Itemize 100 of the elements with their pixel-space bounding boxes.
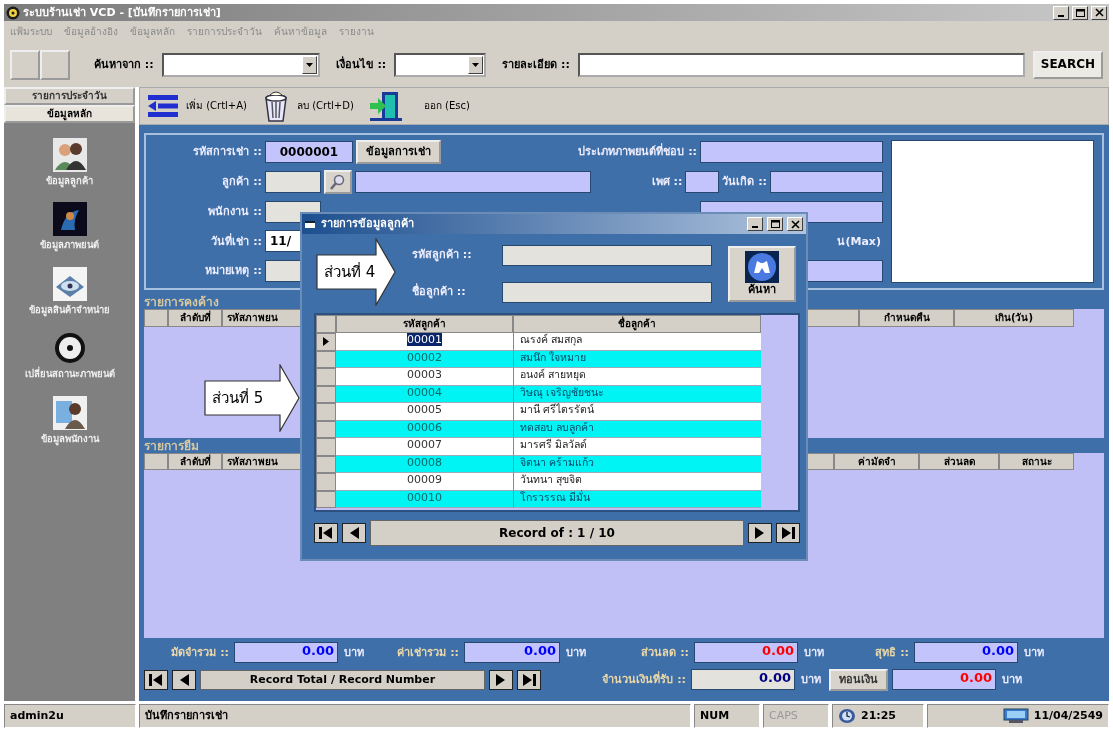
toolbar-button[interactable]: ลบ (Crtl+D): [261, 90, 354, 122]
maximize-button[interactable]: [1072, 5, 1088, 20]
input-field[interactable]: [770, 170, 883, 193]
toolbar-button[interactable]: ออก (Esc): [367, 90, 470, 122]
unit-label: บาท: [800, 672, 822, 687]
maximize-button[interactable]: [767, 217, 783, 231]
input-field[interactable]: [355, 170, 591, 193]
dropdown-caret-icon: [472, 62, 480, 67]
field-label: เพศ ::: [650, 175, 683, 189]
row-header-cell: [316, 438, 336, 456]
grid-cell: 00005: [407, 403, 442, 416]
close-icon: [1094, 8, 1104, 17]
sidebar-item-label: ข้อมูลพนักงาน: [40, 432, 99, 444]
grid-row[interactable]: 00007 มารศรี มิลวัลด์: [316, 438, 798, 456]
lookup-button[interactable]: [324, 169, 352, 194]
person-card-icon: [52, 395, 87, 430]
minimize-button[interactable]: [747, 217, 763, 231]
change-button[interactable]: ทอนเงิน: [829, 668, 888, 691]
grid-cell: วันทนา สุขจิต: [513, 473, 761, 491]
search-field[interactable]: [577, 52, 1025, 77]
text-area[interactable]: [891, 140, 1094, 283]
grid-row[interactable]: 00010 โกรวรรณ มีมั่น: [316, 490, 798, 508]
search-button[interactable]: ค้นหา: [728, 245, 796, 302]
unit-label: บาท: [803, 645, 825, 660]
grid-cell: 00008: [407, 455, 442, 469]
close-button[interactable]: [1091, 5, 1107, 20]
grid-row[interactable]: 00005 มานี ศรีไตรรัตน์: [316, 403, 798, 421]
search-button[interactable]: SEARCH: [1032, 50, 1103, 79]
clock-icon: [838, 708, 856, 724]
maximize-icon: [770, 220, 780, 228]
first-record-button[interactable]: [144, 669, 168, 690]
previous-record-button[interactable]: [342, 523, 366, 543]
amount-field[interactable]: 0.00: [464, 642, 560, 663]
status-text: admin2u: [10, 709, 64, 723]
sidebar-tab[interactable]: ข้อมูลหลัก: [4, 105, 135, 123]
column-header: กำหนดคืน: [859, 309, 954, 327]
row-header-cell: [316, 368, 336, 386]
disc-box-icon: [52, 266, 87, 301]
input-field[interactable]: [700, 141, 883, 163]
grid-row[interactable]: 00004 วิษณุ เจริญชัยชนะ: [316, 385, 798, 403]
input-field[interactable]: [685, 170, 720, 193]
amount-field[interactable]: 0.00: [691, 669, 795, 690]
dialog-title: รายการข้อมูลลูกค้า: [321, 217, 415, 231]
column-header: ลำดับที่: [168, 309, 222, 327]
grid-row[interactable]: 00006 ทดสอบ ลบลูกค้า: [316, 420, 798, 438]
last-record-button[interactable]: [776, 523, 800, 543]
section-title: รายการคงค้าง: [144, 294, 219, 309]
status-text: CAPS: [769, 709, 798, 723]
field-label: ประเภทภาพยนต์ที่ชอบ ::: [577, 145, 697, 159]
close-button[interactable]: [787, 217, 803, 231]
field-label: หมายเหตุ ::: [204, 264, 262, 278]
field-label: ชื่อลูกค้า ::: [412, 285, 467, 299]
sidebar-item-label: ข้อมูลสินค้าจำหน่าย: [29, 303, 110, 316]
field-label: รหัสการเช่า ::: [192, 145, 262, 159]
column-header: ส่วนลด: [919, 453, 999, 470]
sidebar-item[interactable]: ข้อมูลภาพยนต์: [4, 201, 135, 252]
last-record-button[interactable]: [517, 669, 541, 690]
grid-row[interactable]: 00003 อนงค์ สายหยุด: [316, 368, 798, 386]
disc-icon: [52, 331, 87, 366]
row-header-cell: [316, 403, 336, 421]
previous-record-button[interactable]: [172, 669, 196, 690]
column-header: สถานะ: [999, 453, 1074, 470]
dropdown-field[interactable]: [161, 52, 320, 77]
sidebar-item[interactable]: เปลี่ยนสถานะภาพยนต์: [4, 330, 135, 381]
minimize-button[interactable]: [1053, 5, 1069, 20]
grid-row[interactable]: 00009 วันทนา สุขจิต: [316, 473, 798, 491]
input-field[interactable]: [265, 170, 321, 193]
field-label: มัดจำรวม ::: [170, 645, 230, 660]
input-field[interactable]: [502, 281, 712, 303]
unit-label: บาท: [1023, 645, 1045, 660]
grid-row[interactable]: 00001 ณรงค์ สมสกุล: [316, 333, 798, 351]
row-header-cell: [316, 315, 336, 333]
rental-id-field[interactable]: 0000001: [265, 141, 353, 163]
sidebar-item-label: เปลี่ยนสถานะภาพยนต์: [24, 368, 115, 380]
window-title: ระบบร้านเช่า VCD - [บันทึกรายการเช่า]: [23, 5, 222, 20]
status-text: 21:25: [861, 709, 896, 723]
first-record-button[interactable]: [314, 523, 338, 543]
grid-cell: 00006: [407, 420, 442, 434]
minimize-icon: [752, 226, 758, 228]
dropdown-field[interactable]: [394, 52, 487, 77]
next-record-button[interactable]: [748, 523, 772, 543]
sidebar-item[interactable]: ข้อมูลลูกค้า: [4, 137, 135, 188]
amount-field[interactable]: 0.00: [914, 642, 1018, 663]
binoculars-icon: [745, 250, 779, 283]
grid-row[interactable]: 00002 สมนึก ใจหมาย: [316, 350, 798, 368]
next-record-button[interactable]: [489, 669, 513, 690]
field-label: วันเกิด ::: [722, 175, 767, 189]
sidebar-tab[interactable]: รายการประจำวัน: [4, 87, 135, 105]
unit-label: บาท: [343, 645, 365, 660]
toolbar-button[interactable]: เพิ่ม (Crtl+A): [146, 93, 247, 119]
grid-cell: 00003: [407, 368, 442, 381]
grid-cell: 00004: [407, 385, 442, 399]
rental-info-button[interactable]: ข้อมูลการเช่า: [356, 140, 441, 164]
app-disc-icon: [6, 5, 20, 20]
sidebar-item[interactable]: ข้อมูลพนักงาน: [4, 394, 135, 445]
column-header: ชื่อลูกค้า: [513, 315, 761, 333]
amount-field[interactable]: 0.00: [234, 642, 338, 663]
column-header: เกิน(วัน): [954, 309, 1074, 327]
input-field[interactable]: [502, 244, 712, 266]
sidebar-item[interactable]: ข้อมูลสินค้าจำหน่าย: [4, 265, 135, 317]
